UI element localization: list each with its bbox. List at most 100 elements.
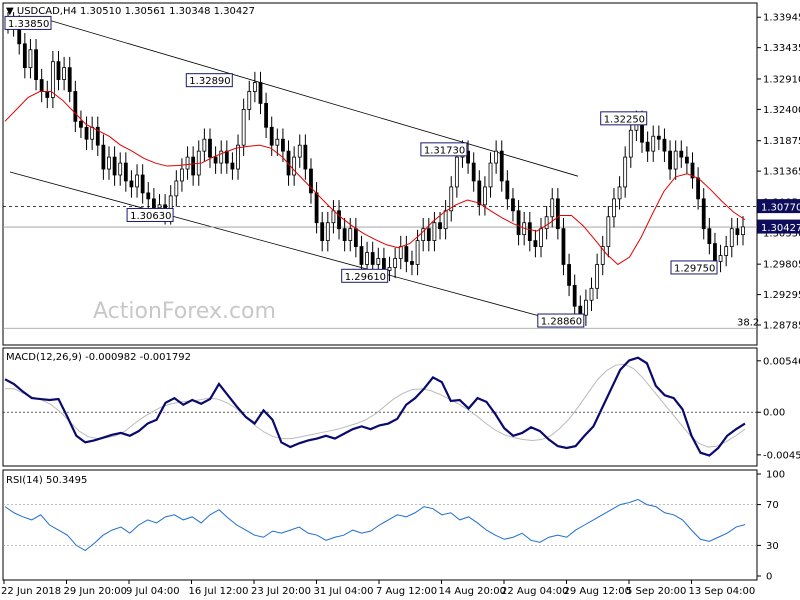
candle-body — [701, 198, 706, 230]
x-tick-label: 7 Aug 12:00 — [376, 586, 437, 597]
candle-body — [337, 210, 341, 230]
candle-body — [438, 222, 442, 230]
fib-level-label: 38.2 — [737, 317, 759, 328]
candle-body — [230, 162, 235, 170]
price-tick-label: 1.33945 — [763, 13, 800, 24]
macd-title: MACD(12,26,9) -0.000982 -0.001792 — [6, 352, 191, 363]
candle-body — [269, 126, 274, 146]
symbol-title: USDCAD,H4 — [17, 6, 77, 17]
candle-body — [426, 228, 431, 242]
candle-body — [382, 258, 386, 271]
ohlc-high: 1.30561 — [125, 6, 166, 17]
candle-body — [432, 222, 437, 242]
price-tick-label: 1.31365 — [763, 167, 800, 178]
price-tick-label: 1.32400 — [763, 105, 800, 116]
macd-lines — [3, 356, 757, 457]
candle-body — [628, 129, 633, 158]
watermark: ActionForex.com — [93, 299, 276, 324]
candle-body — [376, 258, 381, 265]
candle-body — [724, 246, 729, 256]
x-tick-label: 16 Jul 12:00 — [189, 586, 249, 597]
candle-body — [645, 141, 650, 152]
candle-body — [668, 150, 672, 170]
price-label-text: 1.29610 — [345, 272, 386, 283]
candle-body — [118, 162, 123, 176]
candle-body — [516, 210, 521, 236]
price-label-text: 1.32250 — [604, 114, 645, 125]
candle-body — [247, 91, 252, 110]
x-tick-label: 5 Sep 20:00 — [626, 586, 686, 597]
candle-body — [140, 174, 145, 194]
candle-body — [555, 198, 560, 230]
candle-body — [107, 156, 111, 170]
chart-svg: ActionForex.com ▼ USDCAD,H4 1.30510 1.30… — [1, 2, 800, 597]
candle-body — [612, 198, 616, 218]
rsi-line — [4, 498, 746, 552]
x-tick-label: 14 Aug 20:00 — [439, 586, 506, 597]
price-tick-label: 1.31875 — [763, 136, 800, 147]
candle-body — [213, 156, 218, 164]
candle-body — [79, 120, 83, 128]
macd-y-axis: 0.005465 0.00 -0.004527 — [757, 356, 800, 461]
x-tick-label: 29 Jun 20:00 — [64, 586, 128, 597]
candle-body — [656, 135, 661, 140]
macd-main-line — [4, 356, 746, 457]
rsi-tick-label: 70 — [766, 500, 779, 511]
candle-body — [146, 192, 151, 200]
candle-body — [606, 216, 611, 247]
price-tick-label: 1.28785 — [763, 321, 800, 332]
candle-body — [112, 156, 117, 176]
price-label-text: 1.28860 — [541, 317, 582, 328]
candle-body — [342, 228, 347, 242]
rsi-tick-label: 100 — [766, 470, 785, 481]
candle-body — [718, 255, 723, 262]
candle-body — [488, 162, 493, 188]
x-tick-label: 13 Sep 04:00 — [689, 586, 756, 597]
ohlc-close: 1.30427 — [214, 6, 255, 17]
macd-tick-label: 0.00 — [763, 408, 785, 419]
right-price-text: 1.30770 — [761, 203, 800, 214]
candle-body — [505, 180, 510, 200]
candle-body — [617, 186, 622, 200]
candle-body — [151, 198, 156, 209]
candle-body — [73, 91, 78, 122]
macd-panel-frame — [2, 347, 758, 467]
price-label-text: 1.29750 — [674, 263, 715, 274]
candle-body — [567, 264, 571, 286]
candle-body — [454, 156, 459, 188]
candle-body — [90, 126, 95, 140]
candle-body — [696, 177, 701, 200]
candle-body — [673, 150, 678, 170]
candle-body — [325, 222, 330, 242]
candle-body — [303, 144, 308, 170]
candle-body — [236, 144, 240, 170]
candle-body — [22, 43, 27, 69]
candle-body — [741, 226, 745, 236]
candle-body — [544, 216, 549, 230]
candle-body — [56, 61, 61, 80]
candle-body — [45, 91, 50, 98]
candle-body — [252, 82, 257, 92]
candle-body — [713, 243, 717, 262]
macd-tick-label: 0.005465 — [763, 356, 800, 367]
price-tick-label: 1.29805 — [763, 260, 800, 271]
price-tick-label: 1.33435 — [763, 43, 800, 54]
candle-body — [174, 180, 179, 197]
x-axis: 22 Jun 2018 29 Jun 20:009 Jul 04:00 16 Jul… — [1, 580, 755, 597]
price-label-text: 1.30630 — [130, 211, 171, 222]
candle-body — [359, 246, 364, 265]
candle-body — [494, 150, 499, 164]
right-price-text: 1.30427 — [761, 223, 800, 234]
candle-body — [129, 180, 134, 188]
candle-body — [101, 144, 106, 170]
rsi-tick-label: 0 — [766, 572, 772, 583]
candle-body — [707, 228, 712, 244]
candle-body — [348, 228, 353, 242]
price-y-axis: 1.33945 1.33435 1.32910 1.32400 1.31875 1.313… — [757, 13, 800, 332]
rsi-y-axis: 100 70 30 0 — [757, 470, 785, 583]
candle-body — [735, 228, 740, 236]
candle-body — [353, 228, 358, 247]
price-labels: 1.33850 1.32890 1.30630 1.29610 1.31730 1.288… — [4, 15, 718, 328]
candle-body — [595, 264, 600, 289]
candle-body — [135, 174, 139, 188]
